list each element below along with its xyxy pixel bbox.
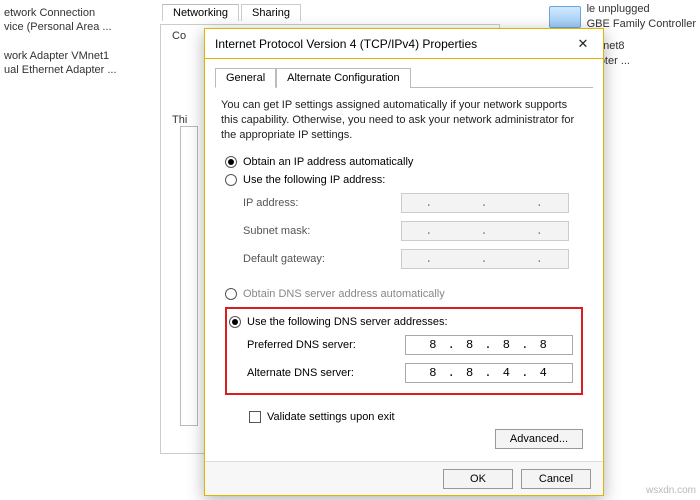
status-unplugged: le unplugged [587, 2, 696, 17]
ipv4-properties-dialog: Internet Protocol Version 4 (TCP/IPv4) P… [204, 28, 604, 496]
radio-use-dns[interactable] [229, 316, 241, 328]
preferred-dns-input[interactable]: 8 . 8 . 8 . 8 [405, 335, 573, 355]
dns-group: Obtain DNS server address automatically … [215, 277, 593, 405]
adapter-item[interactable]: etwork Connection [4, 6, 117, 20]
advanced-button[interactable]: Advanced... [495, 429, 583, 449]
cancel-button[interactable]: Cancel [521, 469, 591, 489]
this-connection-label: Thi [172, 114, 187, 126]
adapter-item[interactable]: vice (Personal Area ... [4, 20, 117, 34]
ip-address-group: Obtain an IP address automatically Use t… [215, 149, 593, 277]
default-gateway-input: ... [401, 249, 569, 269]
description-text: You can get IP settings assigned automat… [215, 88, 593, 149]
dialog-footer: OK Cancel [205, 461, 603, 495]
adapter-item[interactable]: work Adapter VMnet1 [4, 49, 117, 63]
adapter-item[interactable]: ual Ethernet Adapter ... [4, 63, 117, 77]
default-gateway-label: Default gateway: [243, 253, 401, 265]
radio-label: Use the following IP address: [243, 174, 385, 186]
watermark-text: wsxdn.com [646, 485, 696, 496]
network-adapter-list: etwork Connection vice (Personal Area ..… [4, 6, 117, 77]
ip-address-input: ... [401, 193, 569, 213]
close-button[interactable]: ✕ [563, 33, 603, 55]
radio-use-ip[interactable] [225, 174, 237, 186]
subnet-mask-input: ... [401, 221, 569, 241]
ip-address-label: IP address: [243, 197, 401, 209]
alternate-dns-input[interactable]: 8 . 8 . 4 . 4 [405, 363, 573, 383]
radio-obtain-ip-auto[interactable] [225, 156, 237, 168]
radio-label: Obtain an IP address automatically [243, 156, 413, 168]
dialog-tabs: General Alternate Configuration [215, 67, 593, 87]
dialog-titlebar[interactable]: Internet Protocol Version 4 (TCP/IPv4) P… [205, 29, 603, 59]
tab-general[interactable]: General [215, 68, 276, 88]
monitor-icon [549, 6, 581, 28]
dialog-title: Internet Protocol Version 4 (TCP/IPv4) P… [205, 37, 477, 51]
preferred-dns-label: Preferred DNS server: [247, 339, 405, 351]
radio-label: Use the following DNS server addresses: [247, 316, 448, 328]
tab-networking[interactable]: Networking [162, 4, 239, 21]
radio-label: Obtain DNS server address automatically [243, 288, 445, 300]
alternate-dns-label: Alternate DNS server: [247, 367, 405, 379]
tab-alternate-config[interactable]: Alternate Configuration [276, 68, 411, 88]
ok-button[interactable]: OK [443, 469, 513, 489]
validate-checkbox[interactable] [249, 411, 261, 423]
subnet-mask-label: Subnet mask: [243, 225, 401, 237]
connect-using-label: Co [172, 30, 186, 42]
validate-label: Validate settings upon exit [267, 411, 395, 423]
items-listbox-edge [180, 126, 198, 426]
properties-tabs: Networking Sharing [162, 4, 301, 21]
tab-sharing[interactable]: Sharing [241, 4, 301, 21]
radio-obtain-dns-auto[interactable] [225, 288, 237, 300]
dns-highlight-box: Use the following DNS server addresses: … [225, 307, 583, 395]
